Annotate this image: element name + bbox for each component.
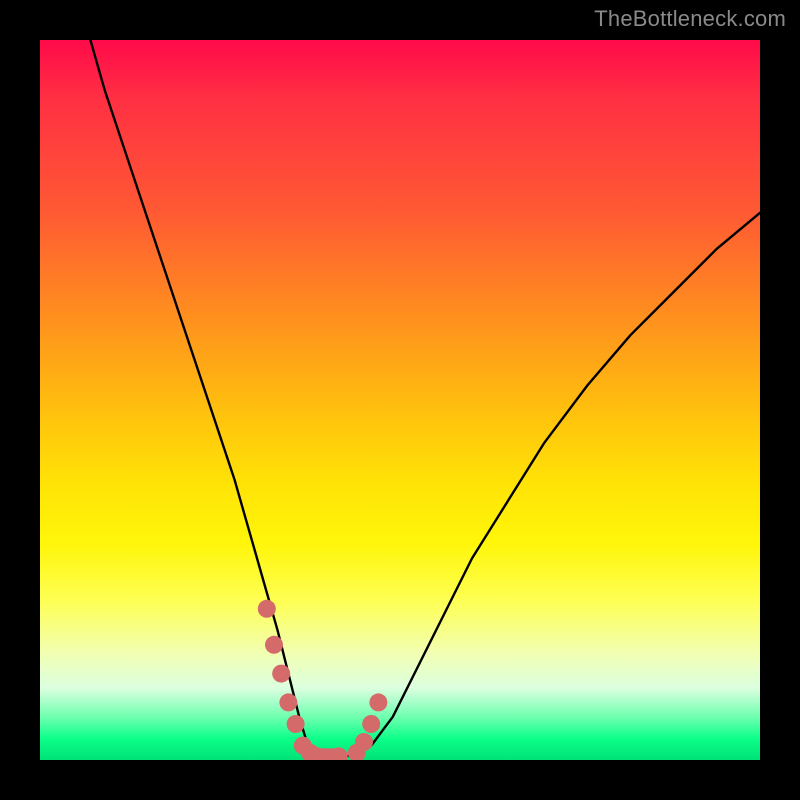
optimal-marker bbox=[362, 715, 380, 733]
optimal-marker bbox=[265, 636, 283, 654]
optimal-marker bbox=[355, 733, 373, 751]
bottleneck-curve-path bbox=[90, 40, 760, 758]
bottleneck-curve bbox=[90, 40, 760, 758]
optimal-marker bbox=[287, 715, 305, 733]
optimal-marker bbox=[272, 665, 290, 683]
watermark-text: TheBottleneck.com bbox=[594, 6, 786, 32]
optimal-marker bbox=[369, 693, 387, 711]
near-optimal-markers bbox=[258, 600, 388, 760]
optimal-marker bbox=[258, 600, 276, 618]
chart-overlay bbox=[40, 40, 760, 760]
optimal-marker bbox=[279, 693, 297, 711]
chart-frame: TheBottleneck.com bbox=[0, 0, 800, 800]
